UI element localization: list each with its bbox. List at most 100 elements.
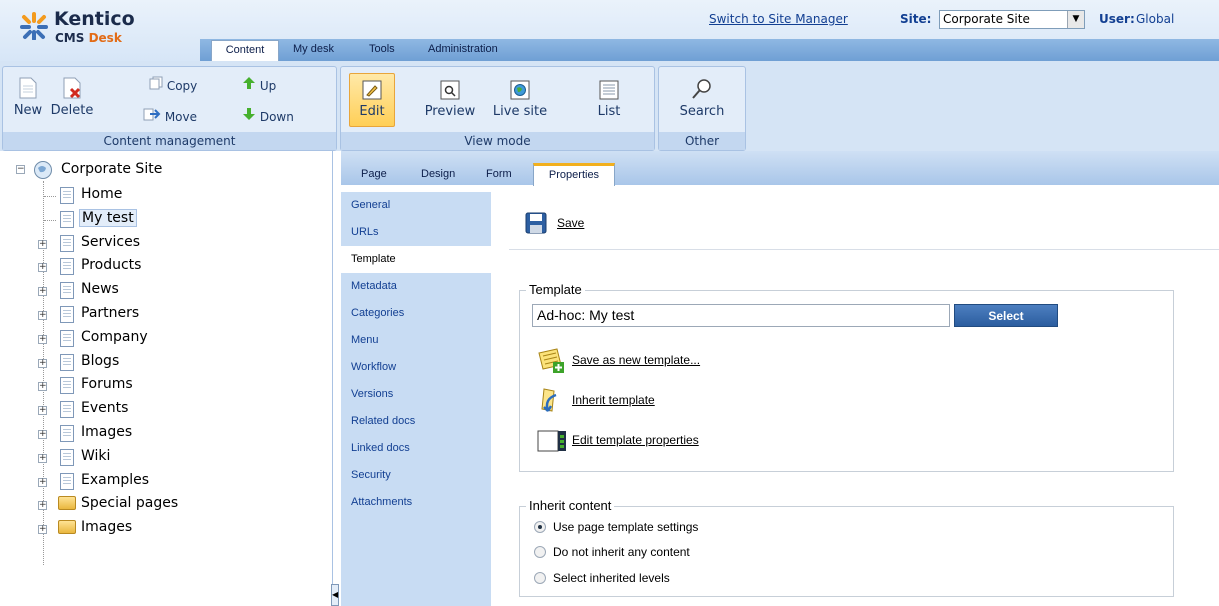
menu-item-workflow[interactable]: Workflow	[341, 354, 491, 381]
tree-expand-toggle-examples[interactable]: +	[38, 478, 47, 487]
menu-item-security[interactable]: Security	[341, 462, 491, 489]
tree-item-services[interactable]: Services	[81, 234, 140, 250]
tree-expand-toggle-images[interactable]: +	[38, 525, 47, 534]
save-link[interactable]: Save	[557, 216, 584, 230]
switch-to-site-manager-link[interactable]: Switch to Site Manager	[709, 12, 848, 26]
radio-button[interactable]	[534, 521, 546, 533]
tab-administration[interactable]: Administration	[428, 43, 498, 55]
tree-expand-toggle-wiki[interactable]: +	[38, 454, 47, 463]
content-tree: − Corporate Site Home My test + Services + Pr…	[0, 151, 333, 606]
tree-expand-toggle-images[interactable]: +	[38, 430, 47, 439]
tab-form[interactable]: Form	[486, 168, 512, 180]
menu-item-versions[interactable]: Versions	[341, 381, 491, 408]
tree-item-company[interactable]: Company	[81, 329, 148, 345]
tree-expand-toggle-special-pages[interactable]: +	[38, 501, 47, 510]
site-select[interactable]: Corporate Site ▼	[939, 10, 1085, 29]
tree-item-home[interactable]: Home	[81, 186, 122, 202]
tree-item-wiki[interactable]: Wiki	[81, 448, 110, 464]
menu-item-urls[interactable]: URLs	[341, 219, 491, 246]
tree-collapse-toggle[interactable]: −	[16, 165, 25, 174]
tree-item-products[interactable]: Products	[81, 257, 141, 273]
menu-item-linked-docs[interactable]: Linked docs	[341, 435, 491, 462]
tab-tools[interactable]: Tools	[369, 43, 395, 55]
folder-icon	[58, 496, 76, 510]
other-caption: Other	[659, 132, 745, 150]
live-site-button[interactable]: Live site	[488, 80, 552, 119]
tree-expand-toggle-events[interactable]: +	[38, 406, 47, 415]
document-icon	[60, 306, 74, 323]
tree-expand-toggle-services[interactable]: +	[38, 240, 47, 249]
up-label: Up	[259, 79, 277, 93]
tree-root-corporate-site[interactable]: Corporate Site	[61, 161, 162, 177]
delete-document-icon	[63, 77, 81, 99]
tree-item-my-test[interactable]: My test	[79, 209, 137, 227]
document-icon	[60, 258, 74, 275]
radio-option-do-not-inherit-any-content[interactable]: Do not inherit any content	[534, 545, 690, 559]
radio-button[interactable]	[534, 572, 546, 584]
tree-expand-toggle-news[interactable]: +	[38, 287, 47, 296]
delete-button[interactable]: Delete	[49, 77, 95, 118]
tab-content[interactable]: Content	[211, 40, 279, 62]
document-icon	[60, 330, 74, 347]
move-label: Move	[164, 110, 198, 124]
chevron-down-icon[interactable]: ▼	[1067, 11, 1084, 28]
tree-expand-toggle-blogs[interactable]: +	[38, 359, 47, 368]
tab-my-desk[interactable]: My desk	[293, 43, 334, 55]
menu-item-template[interactable]: Template	[341, 246, 491, 273]
kentico-logo[interactable]: Kentico CMS Desk	[8, 2, 198, 60]
tree-item-events[interactable]: Events	[81, 400, 128, 416]
radio-label: Use page template settings	[553, 520, 699, 534]
tree-item-forums[interactable]: Forums	[81, 376, 133, 392]
tree-item-news[interactable]: News	[81, 281, 119, 297]
tree-item-images[interactable]: Images	[81, 519, 132, 535]
tree-item-partners[interactable]: Partners	[81, 305, 139, 321]
preview-button[interactable]: Preview	[422, 80, 478, 119]
copy-button[interactable]: Copy	[149, 76, 197, 93]
tab-design[interactable]: Design	[421, 168, 455, 180]
view-mode-group: Edit Preview Live site List View mode	[340, 66, 655, 151]
preview-label: Preview	[424, 104, 476, 119]
save-as-template-icon	[538, 348, 564, 373]
radio-button[interactable]	[534, 546, 546, 558]
list-button[interactable]: List	[591, 80, 627, 119]
radio-option-use-page-template-settings[interactable]: Use page template settings	[534, 520, 698, 534]
product-suffix: Desk	[88, 31, 122, 45]
edit-template-properties-link[interactable]: Edit template properties	[572, 433, 699, 447]
new-button[interactable]: New	[13, 77, 43, 118]
edit-button[interactable]: Edit	[354, 80, 390, 119]
document-icon	[60, 449, 74, 466]
search-icon	[692, 79, 711, 99]
inherit-template-link[interactable]: Inherit template	[572, 393, 655, 407]
search-label: Search	[679, 104, 725, 119]
tree-expand-toggle-forums[interactable]: +	[38, 382, 47, 391]
menu-item-related-docs[interactable]: Related docs	[341, 408, 491, 435]
menu-item-metadata[interactable]: Metadata	[341, 273, 491, 300]
up-button[interactable]: Up	[242, 76, 276, 93]
menu-item-menu[interactable]: Menu	[341, 327, 491, 354]
template-name-field[interactable]: Ad-hoc: My test	[532, 304, 950, 327]
tree-expand-toggle-partners[interactable]: +	[38, 311, 47, 320]
tab-page[interactable]: Page	[361, 168, 387, 180]
user-value: Global	[1136, 12, 1175, 26]
menu-item-categories[interactable]: Categories	[341, 300, 491, 327]
search-button[interactable]: Search	[674, 78, 730, 119]
tree-expand-toggle-products[interactable]: +	[38, 263, 47, 272]
tree-item-examples[interactable]: Examples	[81, 472, 149, 488]
collapse-panel-handle[interactable]: ◀	[331, 584, 339, 606]
radio-option-select-inherited-levels[interactable]: Select inherited levels	[534, 571, 670, 585]
tree-item-special-pages[interactable]: Special pages	[81, 495, 178, 511]
floppy-disk-icon	[525, 212, 547, 234]
menu-item-attachments[interactable]: Attachments	[341, 489, 491, 516]
tree-item-images[interactable]: Images	[81, 424, 132, 440]
document-icon	[60, 282, 74, 299]
toolbar: New Delete Copy Move Up Down Content man…	[0, 61, 1219, 151]
select-template-button[interactable]: Select	[954, 304, 1058, 327]
move-button[interactable]: Move	[143, 107, 197, 124]
save-as-new-template-link[interactable]: Save as new template...	[572, 353, 700, 367]
site-label: Site:	[900, 12, 932, 26]
menu-item-general[interactable]: General	[341, 192, 491, 219]
down-button[interactable]: Down	[242, 107, 294, 124]
tab-properties[interactable]: Properties	[533, 163, 615, 186]
tree-item-blogs[interactable]: Blogs	[81, 353, 119, 369]
tree-expand-toggle-company[interactable]: +	[38, 335, 47, 344]
